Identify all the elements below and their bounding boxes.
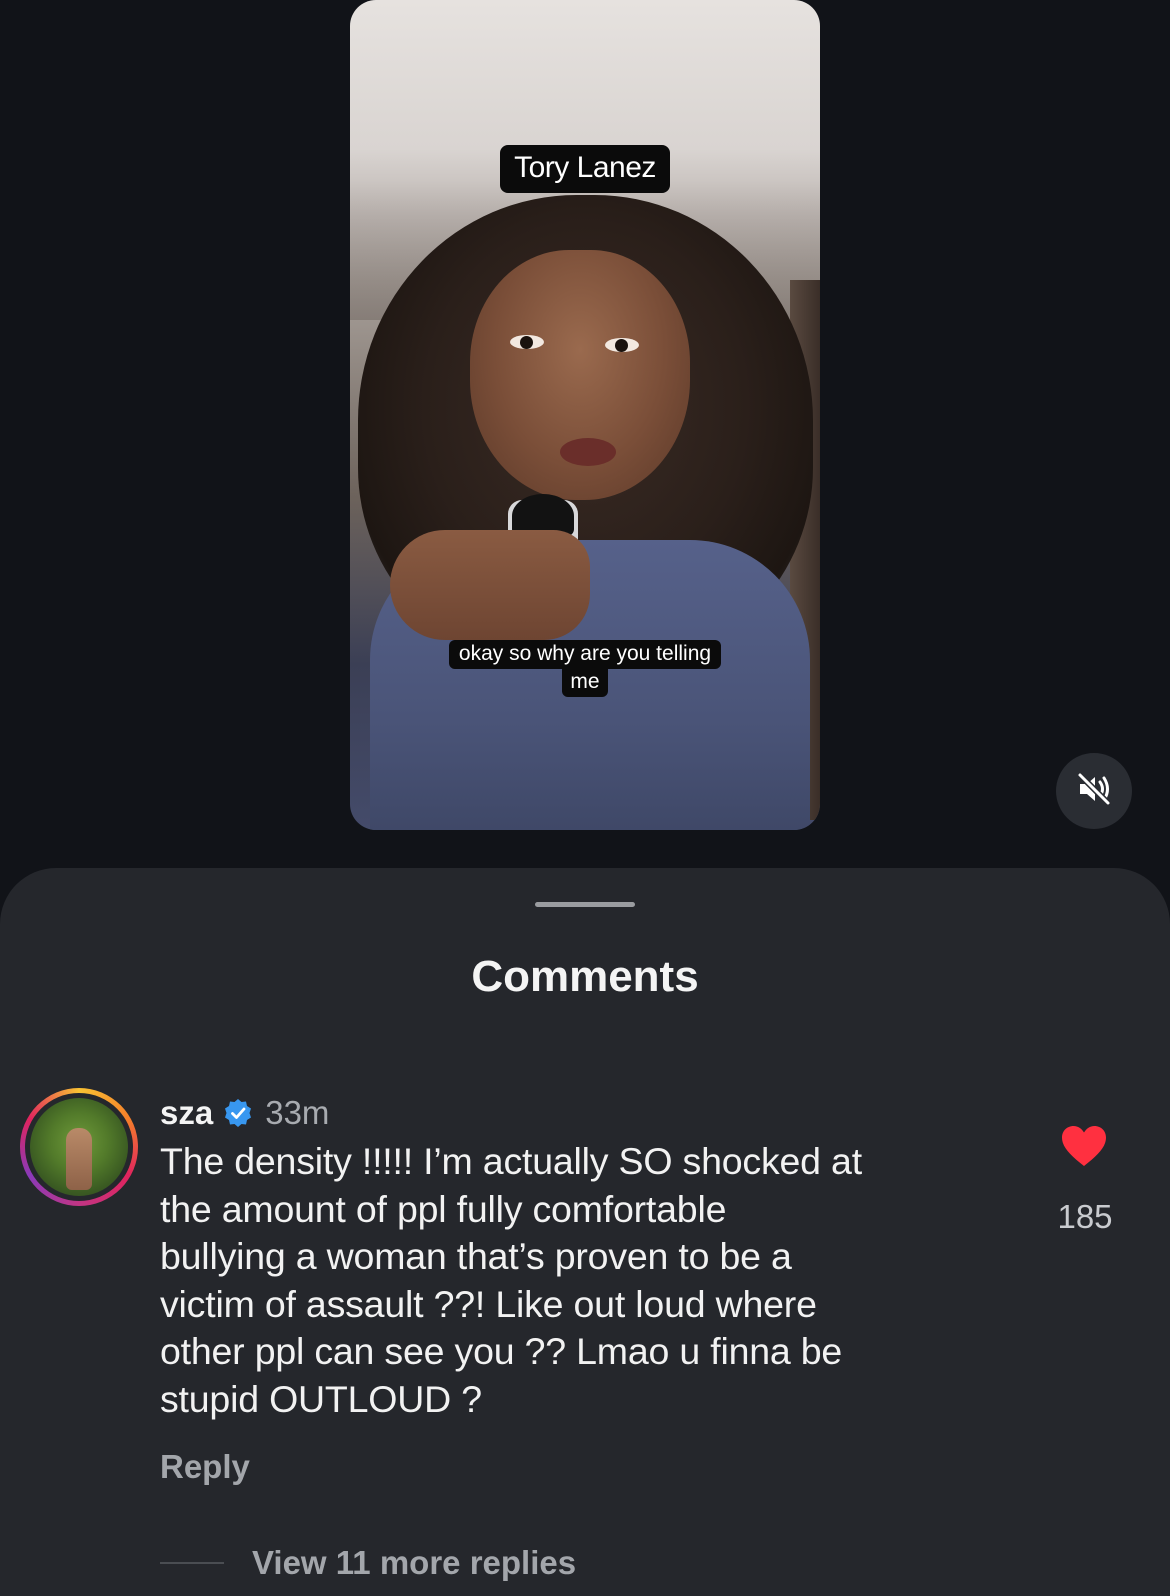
- video-person-mouth: [560, 438, 616, 466]
- view-replies-button[interactable]: View 11 more replies: [252, 1544, 576, 1582]
- mute-button[interactable]: [1056, 753, 1132, 829]
- video-caption-bottom: okay so why are you telling me: [350, 640, 820, 698]
- comment-header: sza 33m: [160, 1094, 329, 1132]
- verified-badge-icon: [223, 1098, 253, 1128]
- avatar-ring-gap: [25, 1093, 133, 1201]
- like-button[interactable]: [1060, 1124, 1108, 1168]
- video-caption-bottom-line2: me: [562, 669, 608, 698]
- video-player[interactable]: Tory Lanez okay so why are you telling m…: [350, 0, 820, 830]
- screen: Tory Lanez okay so why are you telling m…: [0, 0, 1170, 1596]
- video-person-hand: [390, 530, 590, 640]
- heart-icon: [1060, 1126, 1108, 1172]
- sheet-drag-handle[interactable]: [535, 902, 635, 907]
- comment-timestamp: 33m: [265, 1094, 330, 1131]
- view-replies-row[interactable]: View 11 more replies: [160, 1544, 576, 1582]
- replies-divider-line: [160, 1562, 224, 1564]
- avatar-figure: [66, 1128, 92, 1190]
- comments-sheet: Comments sza 33m The density !!!!! I’m a…: [0, 868, 1170, 1596]
- speaker-muted-icon: [1074, 769, 1114, 814]
- reply-button[interactable]: Reply: [160, 1448, 250, 1486]
- video-caption-bottom-line1: okay so why are you telling: [448, 640, 722, 670]
- video-person-eye: [605, 338, 639, 352]
- video-caption-top-text: Tory Lanez: [500, 145, 670, 193]
- video-person-eye: [510, 335, 544, 349]
- comment-username[interactable]: sza: [160, 1094, 213, 1132]
- avatar-story-ring[interactable]: [20, 1088, 138, 1206]
- video-caption-top: Tory Lanez: [350, 145, 820, 193]
- like-count: 185: [1057, 1198, 1113, 1235]
- comment-text: The density !!!!! I’m actually SO shocke…: [160, 1140, 862, 1420]
- avatar[interactable]: [30, 1098, 128, 1196]
- sheet-title: Comments: [471, 952, 699, 1001]
